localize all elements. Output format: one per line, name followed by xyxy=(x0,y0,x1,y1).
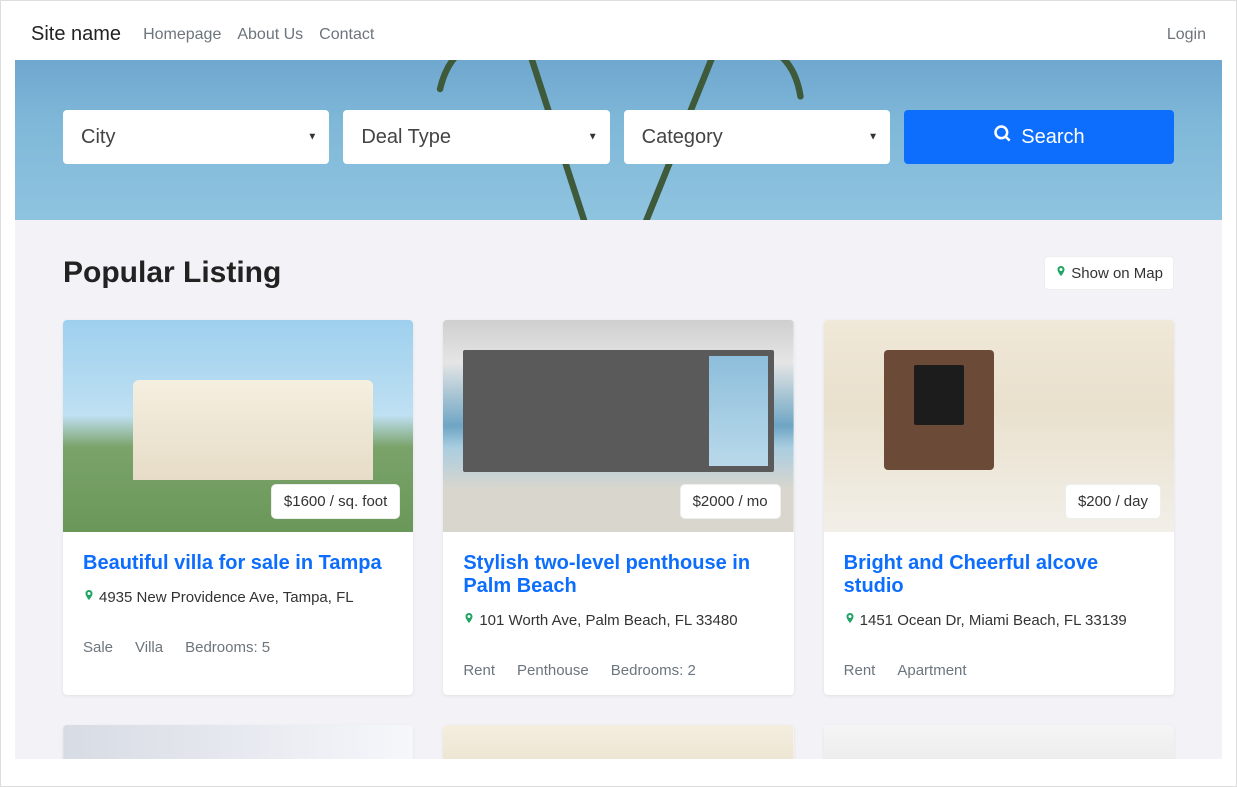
map-pin-icon xyxy=(844,610,856,630)
price-badge: $1600 / sq. foot xyxy=(272,485,399,518)
search-icon xyxy=(993,124,1013,150)
nav-link-homepage[interactable]: Homepage xyxy=(143,26,221,44)
listing-image xyxy=(824,725,1174,759)
chevron-down-icon: ▼ xyxy=(868,132,878,143)
category-label: Category xyxy=(642,126,723,149)
chevron-down-icon: ▼ xyxy=(307,132,317,143)
listing-meta-deal: Rent xyxy=(844,662,876,679)
map-pin-icon xyxy=(463,610,475,630)
map-pin-icon xyxy=(83,587,95,607)
listing-meta-type: Apartment xyxy=(897,662,966,679)
section-title: Popular Listing xyxy=(63,256,281,290)
listing-meta-bedrooms: Bedrooms: 2 xyxy=(611,662,696,679)
listing-card[interactable] xyxy=(824,725,1174,759)
site-brand[interactable]: Site name xyxy=(31,23,121,46)
listing-address: 4935 New Providence Ave, Tampa, FL xyxy=(99,589,354,606)
listing-meta-bedrooms: Bedrooms: 5 xyxy=(185,639,270,656)
hero-banner: City ▼ Deal Type ▼ Category ▼ Search xyxy=(15,60,1222,220)
listing-card[interactable] xyxy=(443,725,793,759)
listing-meta-type: Penthouse xyxy=(517,662,589,679)
search-button[interactable]: Search xyxy=(904,110,1174,164)
show-on-map-button[interactable]: Show on Map xyxy=(1044,256,1174,290)
search-bar: City ▼ Deal Type ▼ Category ▼ Search xyxy=(15,110,1222,164)
listing-image xyxy=(63,725,413,759)
price-badge: $2000 / mo xyxy=(681,485,780,518)
city-select[interactable]: City ▼ xyxy=(63,110,329,164)
chevron-down-icon: ▼ xyxy=(588,132,598,143)
nav-link-about[interactable]: About Us xyxy=(237,26,303,44)
listing-address: 101 Worth Ave, Palm Beach, FL 33480 xyxy=(479,612,737,629)
listing-image xyxy=(443,725,793,759)
listing-image: $1600 / sq. foot xyxy=(63,320,413,532)
listing-card[interactable]: $200 / day Bright and Cheerful alcove st… xyxy=(824,320,1174,695)
show-on-map-label: Show on Map xyxy=(1071,265,1163,282)
nav-link-contact[interactable]: Contact xyxy=(319,26,374,44)
navbar: Site name Homepage About Us Contact Logi… xyxy=(15,15,1222,60)
listing-title[interactable]: Beautiful villa for sale in Tampa xyxy=(83,552,393,575)
city-select-label: City xyxy=(81,126,115,149)
nav-link-login[interactable]: Login xyxy=(1167,26,1206,43)
listing-card[interactable]: $1600 / sq. foot Beautiful villa for sal… xyxy=(63,320,413,695)
content-area: Popular Listing Show on Map $1600 / sq. … xyxy=(15,220,1222,759)
listing-title[interactable]: Bright and Cheerful alcove studio xyxy=(844,552,1154,598)
search-button-label: Search xyxy=(1021,126,1084,149)
deal-type-label: Deal Type xyxy=(361,126,451,149)
listing-title[interactable]: Stylish two-level penthouse in Palm Beac… xyxy=(463,552,773,598)
category-select[interactable]: Category ▼ xyxy=(624,110,890,164)
listing-meta-deal: Sale xyxy=(83,639,113,656)
listing-image: $2000 / mo xyxy=(443,320,793,532)
deal-type-select[interactable]: Deal Type ▼ xyxy=(343,110,609,164)
listing-meta-type: Villa xyxy=(135,639,163,656)
listing-card[interactable] xyxy=(63,725,413,759)
listing-address: 1451 Ocean Dr, Miami Beach, FL 33139 xyxy=(860,612,1127,629)
listing-meta-deal: Rent xyxy=(463,662,495,679)
map-pin-icon xyxy=(1055,263,1067,283)
price-badge: $200 / day xyxy=(1066,485,1160,518)
listing-card[interactable]: $2000 / mo Stylish two-level penthouse i… xyxy=(443,320,793,695)
listing-image: $200 / day xyxy=(824,320,1174,532)
